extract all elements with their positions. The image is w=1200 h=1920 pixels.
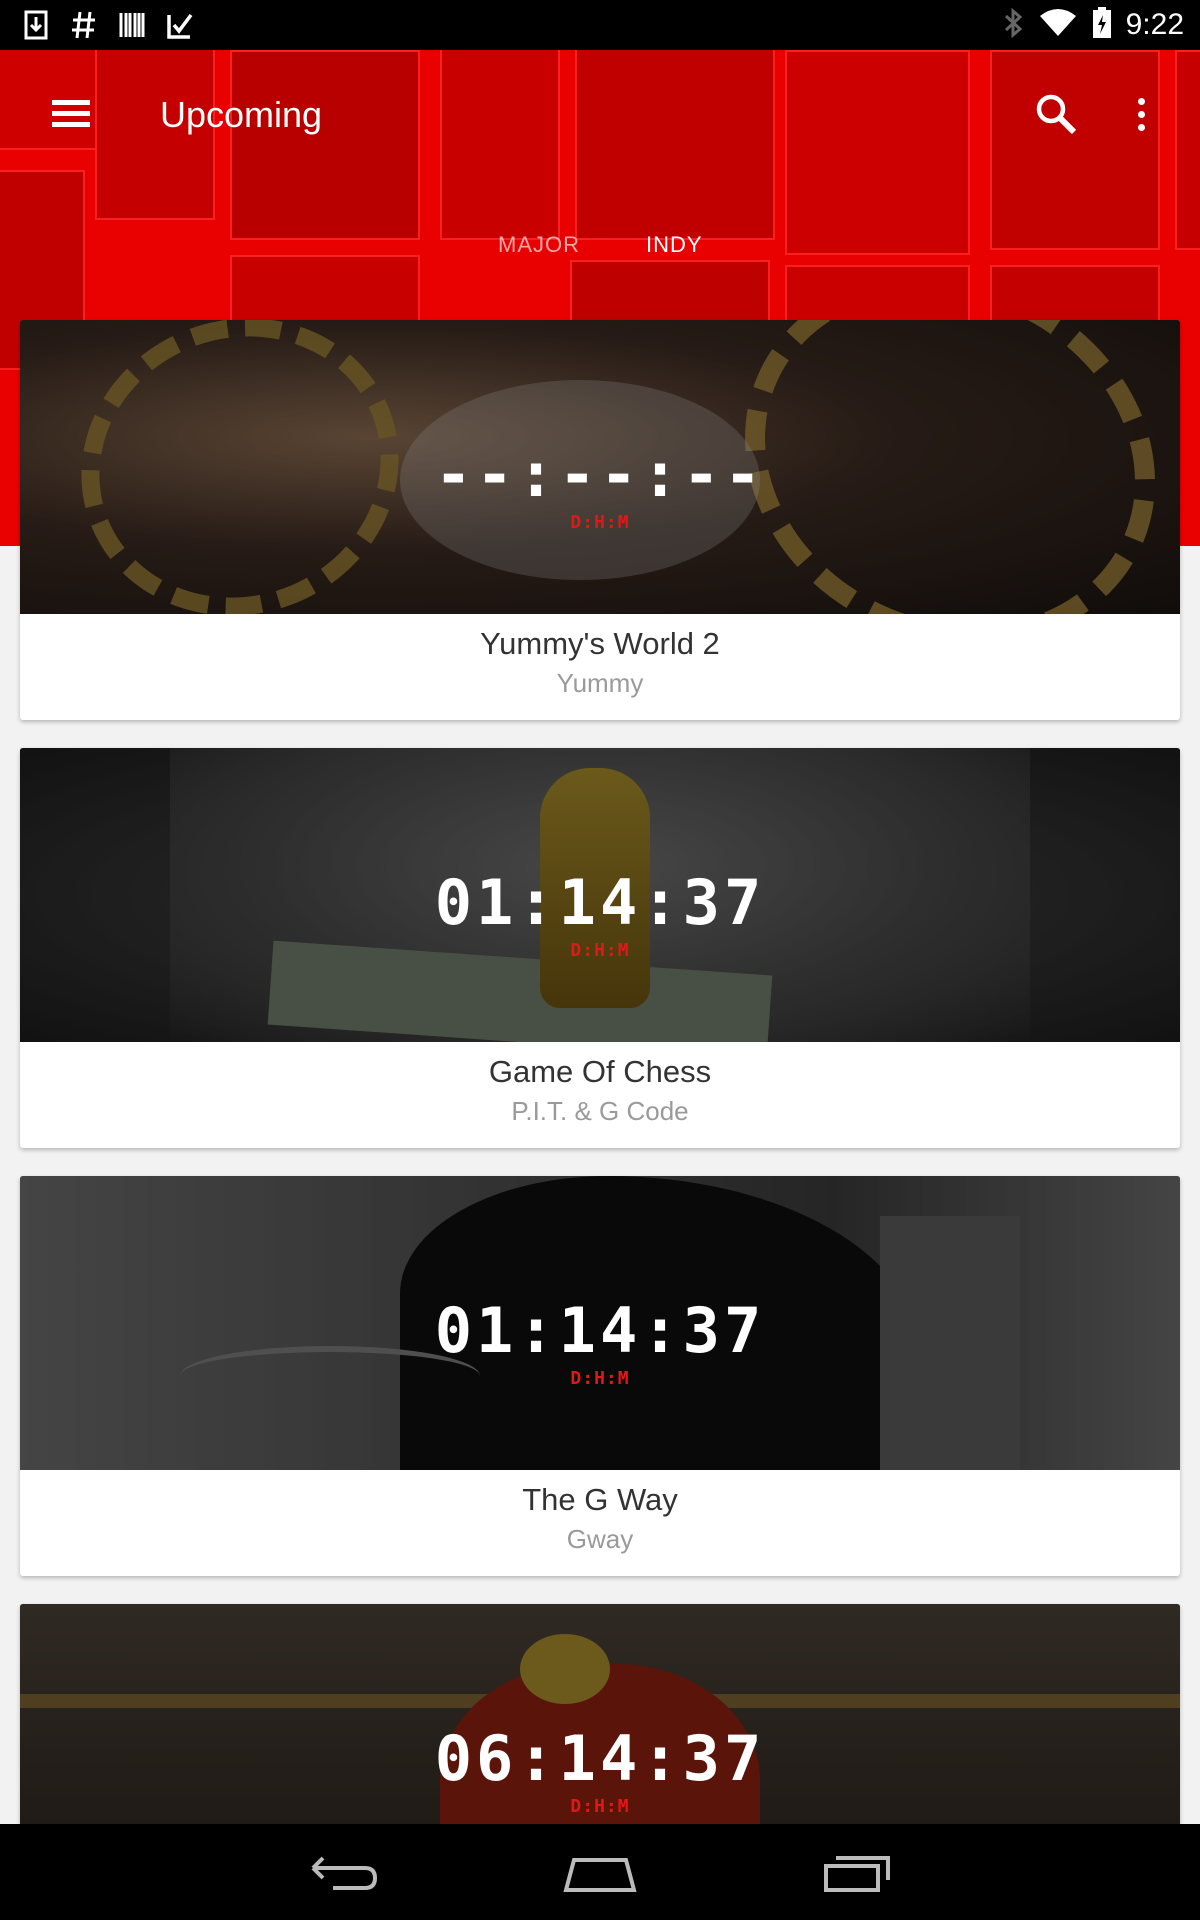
countdown-units: D:H:M [570, 1368, 630, 1389]
countdown-units: D:H:M [570, 940, 630, 961]
album-artwork: 01:14:37 D:H:M [20, 1176, 1180, 1470]
back-button[interactable] [303, 1846, 383, 1898]
countdown-units: D:H:M [570, 512, 630, 533]
release-title: Game Of Chess [488, 1054, 712, 1089]
countdown-timer: 01:14:37 [434, 1294, 766, 1367]
card-info: The G Way Gway [20, 1470, 1180, 1576]
home-button[interactable] [560, 1846, 640, 1898]
release-artist: Gway [566, 1524, 634, 1554]
countdown-units: D:H:M [570, 1796, 630, 1817]
release-card[interactable]: 01:14:37 D:H:M The G Way Gway [20, 1176, 1180, 1576]
home-icon [563, 1858, 637, 1892]
album-artwork: 01:14:37 D:H:M [20, 748, 1180, 1042]
release-card[interactable]: --:--:-- D:H:M Yummy's World 2 Yummy [20, 320, 1180, 720]
release-card[interactable]: 01:14:37 D:H:M Game Of Chess P.I.T. & G … [20, 748, 1180, 1148]
release-artist: Yummy [556, 668, 644, 698]
album-artwork: 06:14:37 D:H:M [20, 1604, 1180, 1824]
recents-button[interactable] [818, 1846, 898, 1898]
countdown-timer: 01:14:37 [434, 866, 766, 939]
back-icon [311, 1856, 378, 1890]
navigation-bar [0, 1824, 1200, 1920]
countdown-timer: --:--:-- [434, 438, 766, 511]
album-artwork: --:--:-- D:H:M [20, 320, 1180, 614]
countdown-timer: 06:14:37 [434, 1722, 766, 1795]
release-title: The G Way [522, 1482, 678, 1517]
release-title: Yummy's World 2 [480, 626, 720, 661]
release-card[interactable]: 06:14:37 D:H:M [20, 1604, 1180, 1824]
recents-icon [824, 1856, 890, 1892]
card-info: Yummy's World 2 Yummy [20, 614, 1180, 720]
card-info: Game Of Chess P.I.T. & G Code [20, 1042, 1180, 1148]
release-artist: P.I.T. & G Code [511, 1096, 689, 1126]
release-feed[interactable]: --:--:-- D:H:M Yummy's World 2 Yummy 01:… [0, 0, 1200, 1824]
